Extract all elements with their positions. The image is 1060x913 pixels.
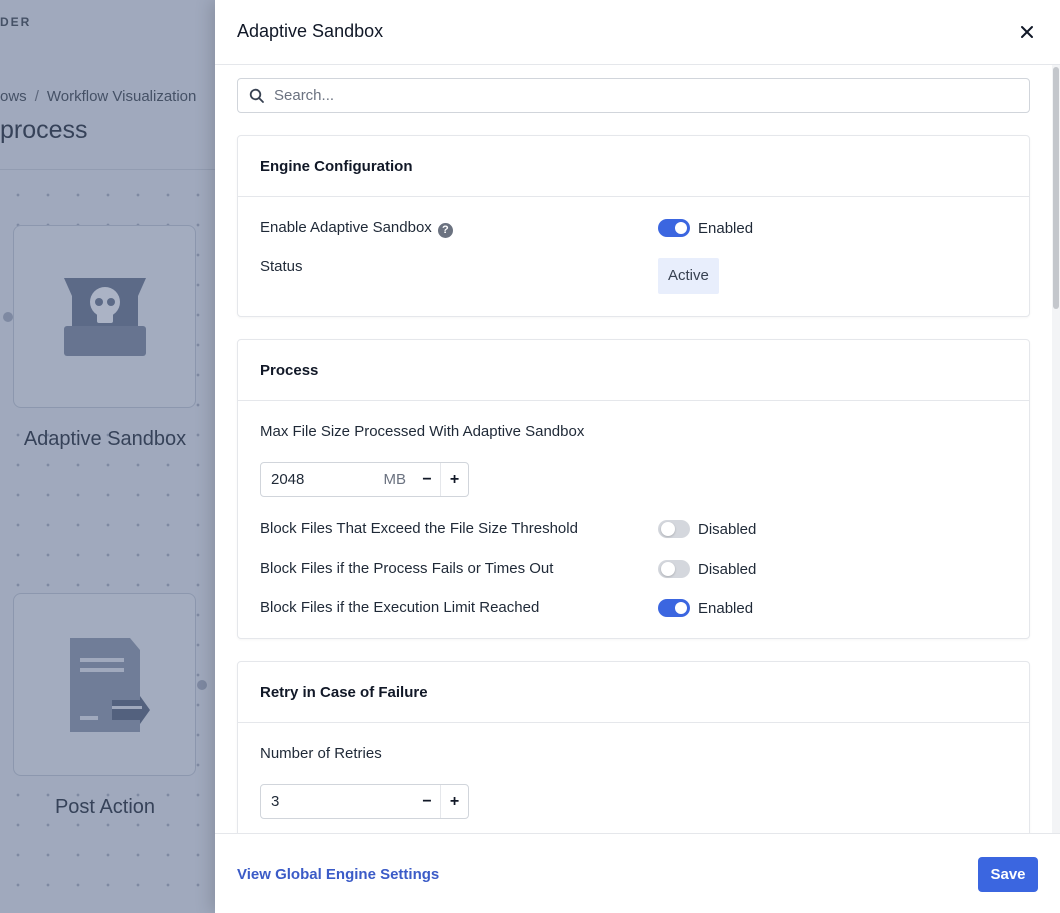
retries-stepper: 3 − + bbox=[260, 784, 469, 819]
toggle-state-text: Enabled bbox=[698, 219, 754, 237]
toggle-knob bbox=[661, 562, 675, 576]
toggle-knob bbox=[675, 222, 687, 234]
drawer-footer: View Global Engine Settings Save bbox=[215, 833, 1060, 913]
search-box bbox=[237, 78, 1030, 113]
section-title: Retry in Case of Failure bbox=[238, 662, 1029, 723]
toggle-state-text: Disabled bbox=[698, 560, 757, 578]
view-global-engine-settings-link[interactable]: View Global Engine Settings bbox=[237, 866, 439, 883]
toggle-state-text: Enabled bbox=[698, 599, 754, 617]
increment-button[interactable]: + bbox=[441, 463, 468, 496]
search-icon bbox=[249, 88, 264, 103]
setting-label: Status bbox=[260, 258, 303, 275]
section-title: Process bbox=[238, 340, 1029, 401]
toggle-knob bbox=[661, 522, 675, 536]
section-title: Engine Configuration bbox=[238, 136, 1029, 197]
drawer-body: Engine Configuration Enable Adaptive San… bbox=[215, 65, 1060, 833]
setting-value: Active bbox=[658, 258, 719, 294]
decrement-button[interactable]: − bbox=[414, 785, 441, 818]
setting-value: Enabled bbox=[658, 599, 753, 617]
drawer-title: Adaptive Sandbox bbox=[237, 21, 384, 41]
scrollbar-thumb[interactable] bbox=[1053, 67, 1059, 309]
settings-drawer: Adaptive Sandbox Engine Configuration En… bbox=[215, 0, 1060, 913]
setting-label: Number of Retries bbox=[260, 745, 382, 762]
status-badge: Active bbox=[658, 258, 719, 294]
setting-label: Max File Size Processed With Adaptive Sa… bbox=[260, 423, 585, 440]
setting-label: Block Files if the Execution Limit Reach… bbox=[260, 599, 540, 616]
enable-adaptive-sandbox-toggle[interactable] bbox=[658, 219, 690, 237]
stepper-value[interactable]: 3 bbox=[261, 793, 414, 810]
block-fail-toggle[interactable] bbox=[658, 560, 690, 578]
section-engine-configuration: Engine Configuration Enable Adaptive San… bbox=[237, 135, 1030, 317]
setting-value: Disabled bbox=[658, 520, 756, 538]
setting-label: Block Files if the Process Fails or Time… bbox=[260, 560, 554, 577]
save-button[interactable]: Save bbox=[978, 857, 1038, 892]
help-icon[interactable]: ? bbox=[437, 223, 453, 238]
setting-label: Block Files That Exceed the File Size Th… bbox=[260, 520, 578, 537]
setting-label: Enable Adaptive Sandbox? bbox=[260, 219, 453, 238]
search-input[interactable] bbox=[274, 79, 1014, 112]
setting-value: Enabled bbox=[658, 219, 753, 237]
close-button[interactable] bbox=[1016, 21, 1038, 43]
max-file-size-stepper: 2048 MB − + bbox=[260, 462, 469, 497]
block-limit-toggle[interactable] bbox=[658, 599, 690, 617]
increment-button[interactable]: + bbox=[441, 785, 468, 818]
section-retry: Retry in Case of Failure Number of Retri… bbox=[237, 661, 1030, 833]
stepper-unit: MB bbox=[383, 471, 407, 488]
toggle-state-text: Disabled bbox=[698, 520, 757, 538]
section-process: Process Max File Size Processed With Ada… bbox=[237, 339, 1030, 639]
decrement-button[interactable]: − bbox=[414, 463, 441, 496]
stepper-value[interactable]: 2048 bbox=[261, 471, 384, 488]
toggle-knob bbox=[675, 602, 687, 614]
enable-label-text: Enable Adaptive Sandbox bbox=[260, 219, 432, 236]
block-threshold-toggle[interactable] bbox=[658, 520, 690, 538]
close-icon bbox=[1021, 26, 1033, 38]
setting-value: Disabled bbox=[658, 560, 756, 578]
drawer-header: Adaptive Sandbox bbox=[215, 0, 1060, 65]
